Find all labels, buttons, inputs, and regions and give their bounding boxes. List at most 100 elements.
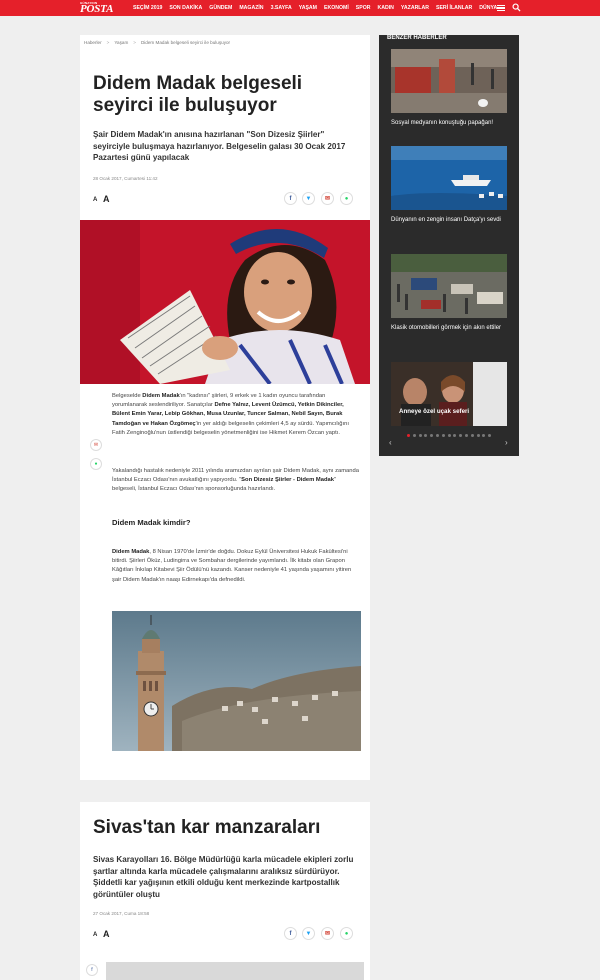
nav-item-son-dakika[interactable]: SON DAKİKA <box>169 5 202 11</box>
slider-dot[interactable] <box>482 434 486 437</box>
facebook-icon: f <box>289 930 292 937</box>
related-news-caption: Sosyal medyanın konuştuğu papağan! <box>391 120 494 126</box>
nav-item-kadin[interactable]: KADIN <box>377 5 393 11</box>
text-run-bold: Son Dizesiz Şiirler - Didem Madak <box>241 477 334 484</box>
slider-dot[interactable] <box>435 434 439 437</box>
related-news-item[interactable]: Sosyal medyanın konuştuğu papağan! <box>391 49 507 129</box>
slider-next-button[interactable]: › <box>505 438 508 447</box>
facebook-share-button[interactable]: f <box>284 192 297 205</box>
nav-item-yazarlar[interactable]: YAZARLAR <box>401 5 429 11</box>
article-summary: Şair Didem Madak'ın anısına hazırlanan "… <box>93 130 346 162</box>
whatsapp-icon: ● <box>344 195 349 202</box>
nav-item-ekonomi[interactable]: EKONOMİ <box>324 5 349 11</box>
slider-dot[interactable] <box>453 434 457 437</box>
breadcrumb-separator: > <box>106 40 110 45</box>
article-paragraph: Belgeselde Didem Madak'ın "kadınsı" şiir… <box>112 392 360 438</box>
slider-dot[interactable] <box>407 434 410 437</box>
article-date: 27 Ocak 2017, Cuma 18:58 <box>93 911 150 916</box>
whatsapp-share-button[interactable]: ● <box>340 927 353 940</box>
slider-dot[interactable] <box>424 434 428 437</box>
slider-dot[interactable] <box>412 434 416 437</box>
slider-dot[interactable] <box>464 434 468 437</box>
breadcrumb: Haberler > Yaşam > Didem Madak belgeseli… <box>84 40 230 45</box>
mail-icon: ✉ <box>324 931 331 937</box>
twitter-share-button[interactable]: ▼ <box>302 927 315 940</box>
related-news-item[interactable]: Klasik otomobilleri görmek için akın ett… <box>391 254 507 334</box>
breadcrumb-separator: > <box>133 40 136 45</box>
nav-item-3sayfa[interactable]: 3.SAYFA <box>271 5 292 11</box>
side-mail-share-button[interactable]: ✉ <box>90 439 102 451</box>
article-subheading: Didem Madak kimdir? <box>112 518 191 527</box>
top-navbar: GÜNAYDIN POSTA SEÇİM 2019 SON DAKİKA GÜN… <box>0 0 600 16</box>
breadcrumb-current: Didem Madak belgeseli seyirci ile buluşu… <box>140 40 231 45</box>
article-date: 28 Ocak 2017, Cumartesi 11:42 <box>93 176 158 181</box>
whatsapp-share-button[interactable]: ● <box>340 192 353 205</box>
twitter-icon: ▼ <box>305 195 312 202</box>
twitter-share-button[interactable]: ▼ <box>302 192 315 205</box>
article-hero-image <box>80 220 370 384</box>
article-summary: Sivas Karayolları 16. Bölge Müdürlüğü ka… <box>93 855 354 899</box>
slider-dot[interactable] <box>470 434 474 437</box>
slider-dot[interactable] <box>488 434 492 437</box>
nav-item-yasam[interactable]: YAŞAM <box>299 5 317 11</box>
article-paragraph: Yakalandığı hastalık nedeniyle 2011 yılı… <box>112 467 360 495</box>
nav-item-dunya[interactable]: DÜNYA <box>479 5 497 11</box>
slider-dot[interactable] <box>418 434 422 437</box>
related-news-image <box>391 254 507 318</box>
mail-icon: ✉ <box>93 442 99 448</box>
related-news-item[interactable]: Anneye özel uçak seferi <box>391 362 507 426</box>
nav-item-secim[interactable]: SEÇİM 2019 <box>133 5 162 11</box>
slider-dot[interactable] <box>476 434 480 437</box>
slider-dot[interactable] <box>459 434 463 437</box>
facebook-share-button[interactable]: f <box>284 927 297 940</box>
article-card: Sivas'tan kar manzaraları Sivas Karayoll… <box>80 802 370 980</box>
related-news-image <box>391 49 507 113</box>
related-news-sidebar: BENZER HABERLER Sosyal medyanın konuştuğ… <box>379 35 519 456</box>
article-title: Didem Madak belgeseli seyirci ile buluşu… <box>93 73 303 116</box>
related-news-image: Anneye özel uçak seferi <box>391 362 507 426</box>
article-inline-image <box>112 611 361 751</box>
main-nav: SEÇİM 2019 SON DAKİKA GÜNDEM MAGAZİN 3.S… <box>133 0 497 16</box>
nav-item-seri-ilanlar[interactable]: SERİ İLANLAR <box>436 5 472 11</box>
text-run-bold: Didem Madak <box>112 549 150 555</box>
related-news-caption: Dünyanın en zengin insanı Datça'yı sevdi <box>391 217 501 223</box>
facebook-icon: f <box>91 967 93 973</box>
nav-item-spor[interactable]: SPOR <box>356 5 371 11</box>
related-news-item[interactable]: Dünyanın en zengin insanı Datça'yı sevdi <box>391 146 507 226</box>
side-whatsapp-share-button[interactable]: ● <box>90 458 102 470</box>
font-increase-button[interactable]: A <box>103 929 110 939</box>
font-increase-button[interactable]: A <box>103 194 110 204</box>
slider-dot[interactable] <box>430 434 434 437</box>
hamburger-menu-icon[interactable] <box>497 5 505 11</box>
mail-icon: ✉ <box>324 196 331 202</box>
facebook-icon: f <box>289 195 292 202</box>
whatsapp-icon: ● <box>94 461 98 467</box>
search-icon[interactable] <box>512 3 521 12</box>
nav-item-magazin[interactable]: MAGAZİN <box>239 5 263 11</box>
logo-text: POSTA <box>80 3 114 15</box>
breadcrumb-haberler[interactable]: Haberler <box>84 40 102 45</box>
text-run: Belgeselde <box>112 393 143 399</box>
whatsapp-icon: ● <box>344 930 349 937</box>
sidebar-title: BENZER HABERLER <box>387 35 447 41</box>
article-paragraph: Didem Madak, 8 Nisan 1970'de İzmir'de do… <box>112 548 360 585</box>
slider-prev-button[interactable]: ‹ <box>389 438 392 447</box>
related-news-image-caption: Anneye özel uçak seferi <box>399 408 470 415</box>
text-run-bold: Didem Madak <box>142 393 180 399</box>
article-image-placeholder <box>106 962 364 980</box>
article-card: Haberler > Yaşam > Didem Madak belgeseli… <box>80 35 370 780</box>
site-logo[interactable]: GÜNAYDIN POSTA <box>80 1 114 15</box>
twitter-icon: ▼ <box>305 930 312 937</box>
font-decrease-button[interactable]: A <box>93 932 97 938</box>
nav-item-gundem[interactable]: GÜNDEM <box>209 5 232 11</box>
mail-share-button[interactable]: ✉ <box>321 927 334 940</box>
slider-dot[interactable] <box>447 434 451 437</box>
font-decrease-button[interactable]: A <box>93 197 97 203</box>
mail-share-button[interactable]: ✉ <box>321 192 334 205</box>
article-title: Sivas'tan kar manzaraları <box>93 817 321 838</box>
slider-dot[interactable] <box>441 434 445 437</box>
slider-pagination <box>407 434 492 437</box>
breadcrumb-yasam[interactable]: Yaşam <box>114 40 128 45</box>
related-news-caption: Klasik otomobilleri görmek için akın ett… <box>391 325 502 331</box>
side-facebook-share-button[interactable]: f <box>86 964 98 976</box>
